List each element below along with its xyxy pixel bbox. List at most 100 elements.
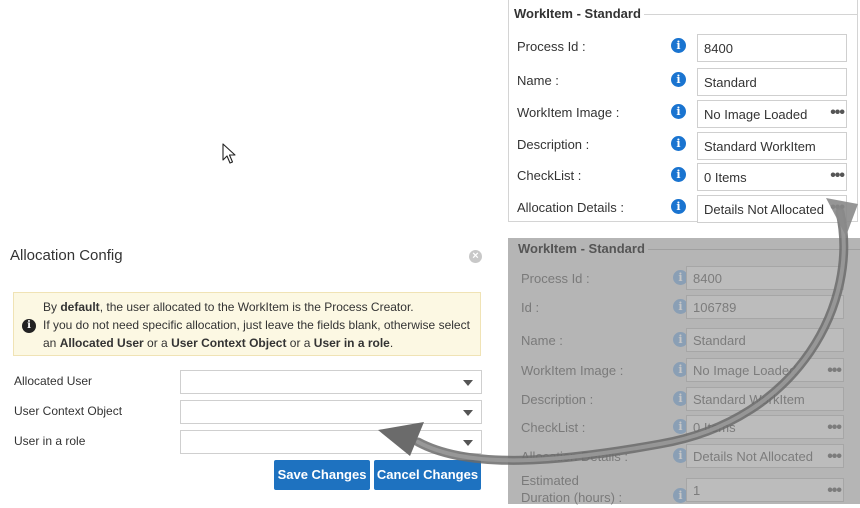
description-field[interactable]: Standard WorkItem (697, 132, 847, 160)
bg-process-id-field: 8400 (686, 266, 844, 290)
chevron-down-icon[interactable] (463, 380, 473, 386)
bg-process-id-row: Process Id : i 8400 (521, 266, 844, 296)
checklist-field[interactable]: 0 Items ••• (697, 163, 847, 191)
bg-checklist-value: 0 Items (693, 420, 736, 435)
bg-allocation-details-value: Details Not Allocated (693, 449, 813, 464)
process-id-field[interactable]: 8400 (697, 34, 847, 62)
alert-line-3: an Allocated User or a User Context Obje… (43, 334, 476, 352)
alert-line-1: By default, the user allocated to the Wo… (43, 298, 476, 316)
process-id-value: 8400 (704, 41, 733, 56)
checklist-label: CheckList : (517, 168, 582, 183)
user-in-a-role-label: User in a role (14, 434, 86, 448)
more-icon: ••• (827, 362, 842, 379)
bg-workitem-image-value: No Image Loaded (693, 363, 797, 378)
bg-description-value: Standard WorkItem (693, 392, 805, 407)
bg-description-row: Description : i Standard WorkItem (521, 387, 844, 417)
chevron-down-icon[interactable] (463, 440, 473, 446)
bg-process-id-label: Process Id : (521, 271, 590, 286)
info-icon[interactable]: i (671, 72, 686, 87)
workitem-image-field[interactable]: No Image Loaded ••• (697, 100, 847, 128)
bg-process-id-value: 8400 (693, 271, 722, 286)
alert-text: By default, the user allocated to the Wo… (43, 298, 476, 352)
user-in-a-role-select[interactable] (180, 430, 482, 454)
cancel-changes-button[interactable]: Cancel Changes (374, 460, 481, 490)
bg-description-label: Description : (521, 392, 594, 407)
info-alert: i By default, the user allocated to the … (13, 292, 481, 356)
info-icon[interactable]: i (671, 167, 686, 182)
bg-checklist-label: CheckList : (521, 420, 586, 435)
allocated-user-select[interactable] (180, 370, 482, 394)
bg-checklist-row: CheckList : i 0 Items ••• (521, 415, 844, 445)
bg-description-field: Standard WorkItem (686, 387, 844, 411)
bg-estimated-duration-field: 1 ••• (686, 478, 844, 502)
allocation-details-field[interactable]: Details Not Allocated ••• (697, 195, 847, 223)
more-icon: ••• (827, 419, 842, 436)
checklist-row: CheckList : i 0 Items ••• (517, 163, 847, 193)
more-icon: ••• (827, 482, 842, 499)
info-icon[interactable]: i (671, 38, 686, 53)
allocation-details-row: Allocation Details : i Details Not Alloc… (517, 195, 847, 225)
alert-text-span: or a (286, 336, 314, 350)
info-icon[interactable]: i (671, 199, 686, 214)
bg-workitem-image-label: WorkItem Image : (521, 363, 624, 378)
chevron-down-icon[interactable] (463, 410, 473, 416)
allocation-config-dialog: Allocation Config × i By default, the us… (0, 238, 496, 504)
panel-legend: WorkItem - Standard (514, 6, 644, 21)
alert-text-span: or a (143, 336, 172, 350)
allocation-details-value: Details Not Allocated (704, 202, 824, 217)
bg-name-label: Name : (521, 333, 563, 348)
bg-workitem-image-row: WorkItem Image : i No Image Loaded ••• (521, 358, 844, 388)
allocated-user-row: Allocated User (14, 370, 482, 394)
description-row: Description : i Standard WorkItem (517, 132, 847, 162)
name-field[interactable]: Standard (697, 68, 847, 96)
workitem-image-row: WorkItem Image : i No Image Loaded ••• (517, 100, 847, 130)
bg-workitem-image-field: No Image Loaded ••• (686, 358, 844, 382)
mouse-cursor-icon (222, 143, 236, 164)
info-icon[interactable]: i (671, 104, 686, 119)
bg-allocation-details-label: Allocation Details : (521, 449, 628, 464)
alert-text-span: By (43, 300, 61, 314)
allocated-user-label: Allocated User (14, 374, 93, 388)
process-id-row: Process Id : i 8400 (517, 34, 847, 64)
user-context-object-select[interactable] (180, 400, 482, 424)
allocation-details-label: Allocation Details : (517, 200, 624, 215)
legend-divider (639, 14, 857, 15)
description-value: Standard WorkItem (704, 139, 816, 154)
alert-bold-default: default (60, 300, 100, 314)
dialog-title: Allocation Config (10, 247, 123, 264)
save-changes-button[interactable]: Save Changes (274, 460, 370, 490)
bg-allocation-details-field: Details Not Allocated ••• (686, 444, 844, 468)
alert-bold-allocated-user: Allocated User (59, 336, 144, 350)
alert-bold-user-in-a-role: User in a role (313, 336, 390, 350)
alert-text-span: , the user allocated to the WorkItem is … (99, 300, 414, 314)
legend-divider (644, 249, 860, 250)
workitem-image-value: No Image Loaded (704, 107, 808, 122)
alert-bold-user-context-object: User Context Object (171, 336, 287, 350)
description-label: Description : (517, 137, 590, 152)
workitem-image-label: WorkItem Image : (517, 105, 620, 120)
panel-legend: WorkItem - Standard (518, 241, 648, 256)
name-value: Standard (704, 75, 757, 90)
process-id-label: Process Id : (517, 39, 586, 54)
bg-name-field: Standard (686, 328, 844, 352)
bg-estimated-duration-value: 1 (693, 483, 701, 498)
bg-id-row: Id : i 106789 (521, 295, 844, 325)
user-context-object-label: User Context Object (14, 404, 123, 418)
name-label: Name : (517, 73, 559, 88)
alert-line-2: If you do not need specific allocation, … (43, 318, 470, 332)
user-context-object-row: User Context Object (14, 400, 482, 424)
more-icon[interactable]: ••• (830, 199, 845, 217)
bg-estimated-duration-label: Estimated Duration (hours) : (521, 473, 623, 505)
alert-text-span: an (43, 336, 60, 350)
info-icon[interactable]: i (671, 136, 686, 151)
more-icon[interactable]: ••• (830, 167, 845, 185)
bg-name-row: Name : i Standard (521, 328, 844, 358)
close-icon[interactable]: × (469, 250, 482, 263)
info-icon: i (22, 319, 36, 333)
alert-text-span: . (389, 336, 394, 350)
bg-id-value: 106789 (693, 300, 737, 315)
more-icon[interactable]: ••• (830, 104, 845, 122)
background-workitem-panel: WorkItem - Standard Process Id : i 8400 … (508, 238, 860, 505)
checklist-value: 0 Items (704, 170, 747, 185)
bg-id-label: Id : (521, 300, 540, 315)
